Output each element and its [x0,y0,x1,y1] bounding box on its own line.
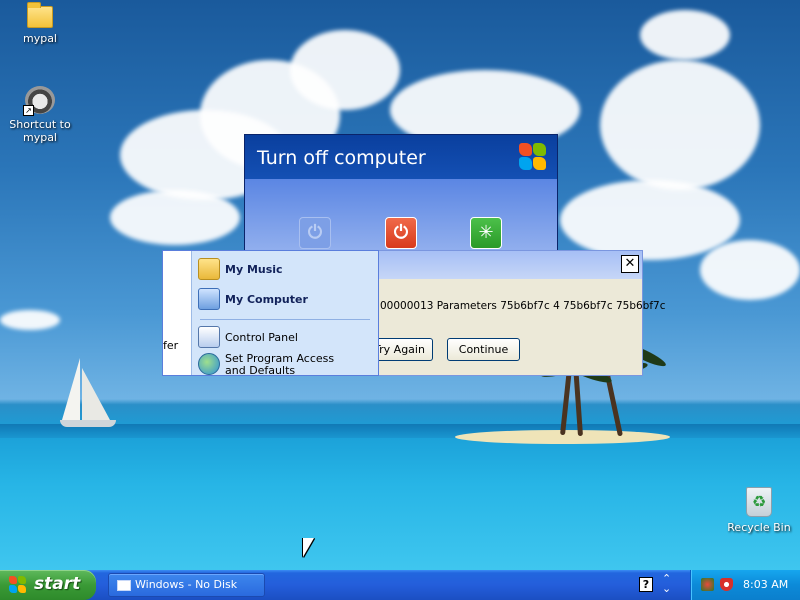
desktop-icon-label: mypal [22,32,57,45]
desktop-icon-label: Shortcut to mypal [9,118,71,144]
cloud-decoration [290,30,400,110]
cloud-decoration [600,60,760,190]
taskbar: start Windows - No Disk ? ⌃ ⌄ 8:03 AM [0,570,800,600]
shortcut-arrow-icon: ↗ [23,105,34,116]
desktop-icon-recycle-bin[interactable]: ♻ Recycle Bin [720,487,798,534]
desktop-icon-label: Recycle Bin [727,521,791,534]
mouse-cursor-icon [303,538,314,557]
sailboat-hull [60,420,116,427]
tray-expand-chevron-icon[interactable]: ⌃ ⌄ [662,573,671,594]
start-menu-item-label: My Computer [225,292,308,306]
network-tray-icon[interactable] [701,578,714,591]
cloud-decoration [640,10,730,60]
power-icon: ⏻ [307,222,323,243]
close-button[interactable]: ✕ [621,255,639,273]
start-menu-left-pane: fer [163,251,191,375]
start-menu-item-label: My Music [225,262,283,276]
computer-icon [198,288,220,310]
control-panel-icon [198,326,220,348]
desktop-icon-mypal[interactable]: mypal [1,2,79,45]
taskbar-clock[interactable]: 8:03 AM [743,570,788,600]
start-menu-item-control-panel[interactable]: Control Panel [198,325,298,349]
restart-icon: ✳ [478,222,494,243]
dialog-title-bar: ✕ [371,251,642,279]
start-button-label: start [34,574,81,594]
mypal-browser-icon: ↗ [23,86,55,116]
windows-no-disk-dialog: ✕ 00000013 Parameters 75b6bf7c 4 75b6bf7… [367,250,665,376]
error-message: 00000013 Parameters 75b6bf7c 4 75b6bf7c … [380,300,666,312]
windows-flag-icon [9,576,27,594]
recycle-bin-icon: ♻ [746,487,772,517]
start-button[interactable]: start [0,570,96,600]
turn-off-dialog-title: Turn off computer [257,147,426,169]
restart-button[interactable]: ✳ [470,217,502,249]
music-folder-icon [198,258,220,280]
turn-off-dialog-header: Turn off computer [245,135,557,179]
windows-logo-icon [517,141,547,171]
start-menu-left-text: fer [163,339,179,352]
power-icon: ⏻ [393,222,409,243]
desktop-icon-shortcut-mypal[interactable]: ↗ Shortcut to mypal [1,86,79,144]
taskbar-window-label: Windows - No Disk [135,578,238,591]
cloud-decoration [700,240,800,300]
help-icon[interactable]: ? [639,577,653,592]
turn-off-computer-dialog: Turn off computer ⏻ ⏻ ✳ [244,134,558,264]
start-menu-item-label: Set Program Access and Defaults [225,352,335,376]
start-menu-right-pane: My Music My Computer Control Panel Set P… [191,251,378,376]
start-menu-fragment: fer My Music My Computer Control Panel S… [162,250,379,376]
continue-button[interactable]: Continue [447,338,520,361]
start-menu-item-my-computer[interactable]: My Computer [198,287,308,311]
start-menu-item-my-music[interactable]: My Music [198,257,283,281]
system-tray: 8:03 AM [690,570,800,600]
horizon-line [0,424,800,438]
stand-by-button[interactable]: ⏻ [299,217,331,249]
start-menu-item-set-program-access[interactable]: Set Program Access and Defaults [198,352,355,376]
turn-off-button[interactable]: ⏻ [385,217,417,249]
sailboat-sail [62,358,80,420]
cloud-decoration [560,180,740,260]
start-menu-item-label: Control Panel [225,330,298,344]
folder-icon [27,2,53,28]
sailboat-sail [82,368,110,420]
cloud-decoration [0,310,60,330]
program-access-icon [198,353,220,375]
taskbar-window-button[interactable]: Windows - No Disk [108,573,265,597]
window-icon [117,580,131,591]
cloud-decoration [110,190,240,245]
start-menu-separator [200,319,370,320]
security-shield-icon[interactable] [720,578,733,591]
close-icon: ✕ [624,256,636,271]
